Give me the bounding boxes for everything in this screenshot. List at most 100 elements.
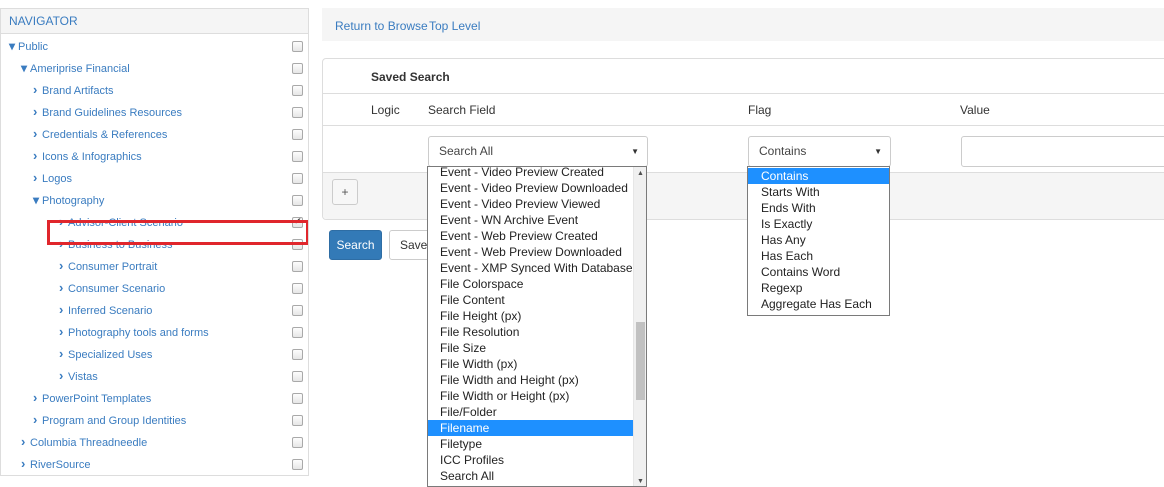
tree-item[interactable]: › Consumer Scenario (1, 278, 308, 300)
search-field-option[interactable]: Filename (428, 420, 633, 436)
dropdown-scrollbar[interactable]: ▲ ▼ (633, 167, 646, 486)
tree-item-checkbox[interactable] (292, 85, 303, 96)
tree-item-link[interactable]: › Brand Artifacts (33, 83, 114, 98)
search-field-option[interactable]: Event - Web Preview Downloaded (428, 244, 633, 260)
tree-item-checkbox[interactable] (292, 327, 303, 338)
chevron-right-icon[interactable]: › (59, 303, 68, 317)
tree-item[interactable]: ▾ Ameriprise Financial (1, 58, 308, 80)
search-field-option[interactable]: Filetype (428, 436, 633, 452)
value-input[interactable] (961, 136, 1164, 167)
search-button[interactable]: Search (329, 230, 382, 260)
search-field-option[interactable]: Event - Video Preview Viewed (428, 196, 633, 212)
tree-item-checkbox[interactable] (292, 459, 303, 470)
chevron-right-icon[interactable]: › (59, 259, 68, 273)
tree-item-checkbox[interactable] (292, 63, 303, 74)
tree-item[interactable]: › Columbia Threadneedle (1, 432, 308, 454)
search-field-option[interactable]: File Content (428, 292, 633, 308)
flag-option[interactable]: Contains Word (748, 264, 889, 280)
return-to-browse-link[interactable]: Return to Browse (335, 19, 428, 33)
tree-item[interactable]: ▾ Photography (1, 190, 308, 212)
chevron-down-icon[interactable]: ▾ (33, 193, 42, 207)
tree-item-checkbox[interactable] (292, 195, 303, 206)
flag-option[interactable]: Regexp (748, 280, 889, 296)
chevron-right-icon[interactable]: › (59, 325, 68, 339)
tree-item-link[interactable]: › Brand Guidelines Resources (33, 105, 182, 120)
tree-item-link[interactable]: › Vistas (59, 369, 98, 384)
search-field-option[interactable]: File/Folder (428, 404, 633, 420)
search-field-option[interactable]: File Resolution (428, 324, 633, 340)
chevron-right-icon[interactable]: › (59, 347, 68, 361)
flag-option[interactable]: Starts With (748, 184, 889, 200)
tree-item[interactable]: › Icons & Infographics (1, 146, 308, 168)
search-field-option[interactable]: ICC Profiles (428, 452, 633, 468)
tree-item-checkbox[interactable] (292, 371, 303, 382)
chevron-right-icon[interactable]: › (21, 435, 30, 449)
tree-item[interactable]: › PowerPoint Templates (1, 388, 308, 410)
scroll-up-arrow-icon[interactable]: ▲ (637, 170, 644, 177)
tree-item[interactable]: › Consumer Portrait (1, 256, 308, 278)
tree-item-link[interactable]: › Inferred Scenario (59, 303, 152, 318)
search-field-option[interactable]: Search All (428, 468, 633, 484)
tree-item-checkbox[interactable] (292, 349, 303, 360)
chevron-right-icon[interactable]: › (33, 149, 42, 163)
tree-item-checkbox[interactable] (292, 437, 303, 448)
chevron-right-icon[interactable]: › (33, 105, 42, 119)
chevron-right-icon[interactable]: › (33, 171, 42, 185)
tree-item-link[interactable]: › PowerPoint Templates (33, 391, 151, 406)
tree-item-link[interactable]: › Specialized Uses (59, 347, 152, 362)
search-field-option[interactable]: File Height (px) (428, 308, 633, 324)
tree-item-checkbox[interactable] (292, 107, 303, 118)
tree-item[interactable]: › Logos (1, 168, 308, 190)
chevron-right-icon[interactable]: › (33, 127, 42, 141)
search-field-option[interactable]: Event - Video Preview Downloaded (428, 180, 633, 196)
tree-item-link[interactable]: › Program and Group Identities (33, 413, 186, 428)
tree-item[interactable]: › Inferred Scenario (1, 300, 308, 322)
tree-item[interactable]: › Program and Group Identities (1, 410, 308, 432)
chevron-right-icon[interactable]: › (21, 457, 30, 471)
flag-dropdown-list[interactable]: Contains Starts With Ends With Is Exactly Ha… (747, 166, 890, 316)
chevron-right-icon[interactable]: › (33, 83, 42, 97)
tree-item[interactable]: › Credentials & References (1, 124, 308, 146)
chevron-down-icon[interactable]: ▾ (21, 61, 30, 75)
tree-item-checkbox[interactable] (292, 129, 303, 140)
scroll-down-arrow-icon[interactable]: ▼ (637, 478, 644, 485)
search-field-option[interactable]: File Width (px) (428, 356, 633, 372)
tree-item[interactable]: › Brand Artifacts (1, 80, 308, 102)
tree-item-link[interactable]: › Consumer Scenario (59, 281, 165, 296)
tree-item-link[interactable]: ▾ Photography (33, 193, 104, 208)
tree-item[interactable]: › Brand Guidelines Resources (1, 102, 308, 124)
search-field-option[interactable]: File Colorspace (428, 276, 633, 292)
tree-item-link[interactable]: › Photography tools and forms (59, 325, 209, 340)
tree-item-link[interactable]: › Logos (33, 171, 72, 186)
flag-option[interactable]: Aggregate Has Each (748, 296, 889, 312)
flag-option[interactable]: Contains (748, 168, 889, 184)
tree-item-link[interactable]: › Credentials & References (33, 127, 167, 142)
search-field-option[interactable]: Event - Web Preview Created (428, 228, 633, 244)
flag-select[interactable]: Contains ▼ (748, 136, 891, 167)
search-field-dropdown-list[interactable]: Event - Video Preview Created Event - Vid… (427, 166, 647, 487)
search-field-select[interactable]: Search All ▼ (428, 136, 648, 167)
tree-item[interactable]: ▾ Public (1, 36, 308, 58)
tree-item-checkbox[interactable] (292, 261, 303, 272)
chevron-right-icon[interactable]: › (33, 413, 42, 427)
tree-item-link[interactable]: › Columbia Threadneedle (21, 435, 147, 450)
chevron-right-icon[interactable]: › (59, 281, 68, 295)
chevron-right-icon[interactable]: › (59, 369, 68, 383)
search-field-option[interactable]: Event - Video Preview Created (428, 167, 633, 180)
tree-item[interactable]: › Vistas (1, 366, 308, 388)
search-field-option[interactable]: File Width or Height (px) (428, 388, 633, 404)
search-field-option[interactable]: File Size (428, 340, 633, 356)
top-level-link[interactable]: Top Level (429, 19, 480, 33)
flag-option[interactable]: Ends With (748, 200, 889, 216)
tree-item-link[interactable]: › RiverSource (21, 457, 91, 472)
tree-item-link[interactable]: › Consumer Portrait (59, 259, 157, 274)
tree-item-checkbox[interactable] (292, 283, 303, 294)
tree-item-link[interactable]: ▾ Public (9, 39, 48, 54)
tree-item-checkbox[interactable] (292, 415, 303, 426)
search-field-option[interactable]: Event - XMP Synced With Database (428, 260, 633, 276)
tree-item-checkbox[interactable] (292, 393, 303, 404)
tree-item-link[interactable]: › Icons & Infographics (33, 149, 142, 164)
tree-item-checkbox[interactable] (292, 173, 303, 184)
flag-option[interactable]: Is Exactly (748, 216, 889, 232)
tree-item[interactable]: › Photography tools and forms (1, 322, 308, 344)
